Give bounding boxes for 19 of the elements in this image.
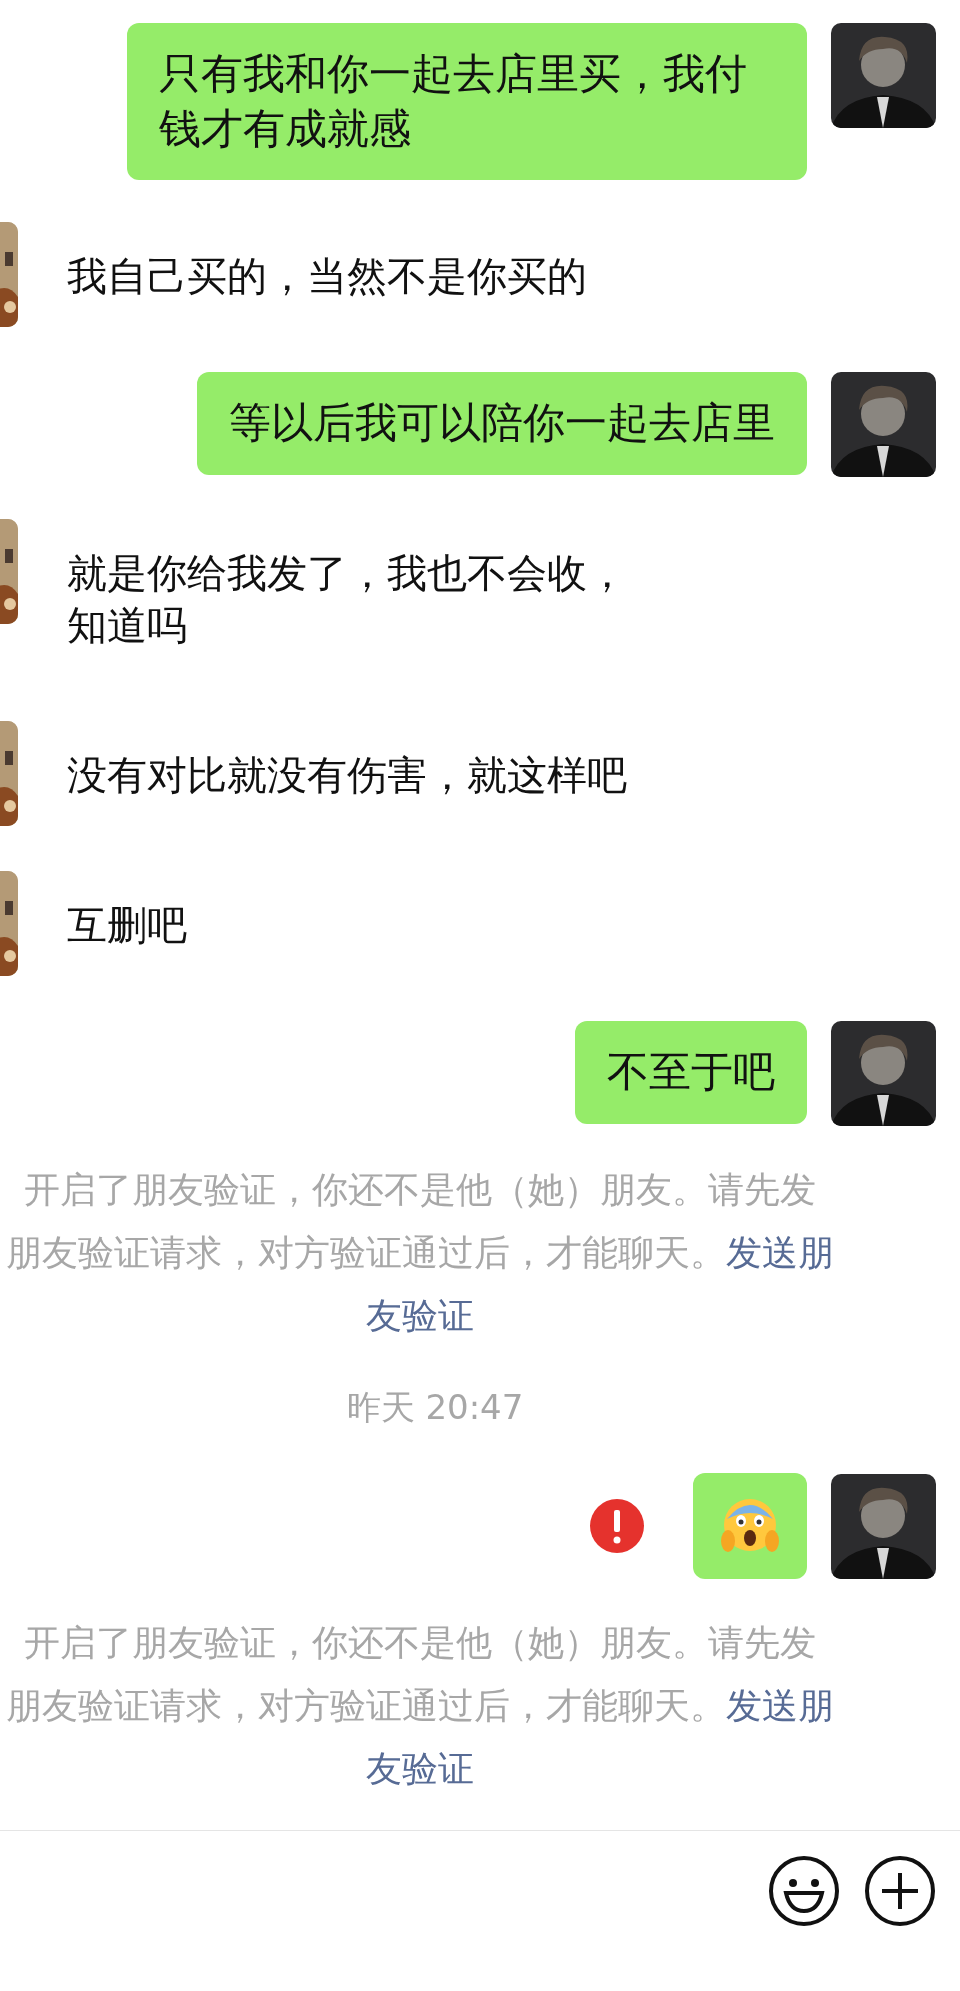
message-text: 互删吧	[67, 901, 187, 951]
message-text: 就是你给我发了，我也不会收，	[67, 549, 627, 599]
timestamp: 昨天 20:47	[346, 1387, 524, 1428]
send-verification-link[interactable]: 友验证	[366, 1748, 474, 1790]
send-verification-link[interactable]: 友验证	[366, 1295, 474, 1337]
send-verification-link[interactable]: 发送朋	[726, 1685, 834, 1727]
message-bubble: 等以后我可以陪你一起去店里	[197, 372, 807, 475]
notice-text: 开启了朋友验证，你还不是他（她）朋友。请先发	[23, 1621, 817, 1666]
plus-icon[interactable]	[864, 1855, 936, 1927]
send-verification-link[interactable]: 发送朋	[726, 1232, 834, 1274]
message-text: 知道吗	[67, 601, 188, 651]
notice-text: 朋友验证请求，对方验证通过后，才能聊天。	[6, 1232, 726, 1274]
emoji-icon[interactable]	[768, 1855, 840, 1927]
message-bubble: 只有我和你一起去店里买，我付钱才有成就感	[127, 23, 807, 181]
message-bubble: 不至于吧	[575, 1021, 807, 1124]
message-text: 我自己买的，当然不是你买的	[67, 252, 587, 302]
notice-text: 开启了朋友验证，你还不是他（她）朋友。请先发	[23, 1168, 817, 1213]
notice-text: 朋友验证请求，对方验证通过后，才能聊天。	[6, 1685, 726, 1727]
message-text: 没有对比就没有伤害，就这样吧	[67, 751, 627, 801]
